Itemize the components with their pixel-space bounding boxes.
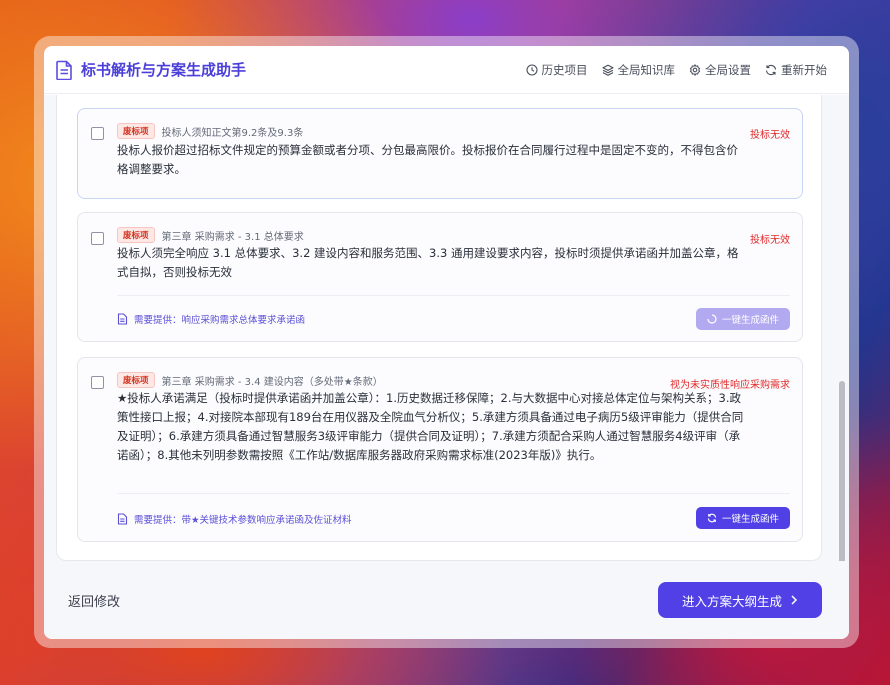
nav-history-projects[interactable]: 历史项目 xyxy=(525,62,588,78)
disqualify-item-card: 废标项 第三章 采购需求 - 3.4 建设内容（多处带★条款） 视为未实质性响应… xyxy=(77,357,803,542)
refresh-icon xyxy=(707,513,717,523)
card-divider xyxy=(117,493,790,494)
item-source: 投标人须知正文第9.2条及9.3条 xyxy=(161,127,304,139)
nav-label: 历史项目 xyxy=(541,63,588,77)
app-window: 标书解析与方案生成助手 历史项目 全局知识库 全局设置 重新开始 废标项 投标人… xyxy=(44,46,849,639)
required-document: 需要提供：响应采购需求总体要求承诺函 xyxy=(117,312,305,326)
disqualify-tag: 废标项 xyxy=(117,123,155,139)
generate-letter-button[interactable]: 一键生成函件 xyxy=(696,507,790,529)
gear-icon xyxy=(689,64,701,76)
nav-restart[interactable]: 重新开始 xyxy=(765,62,827,78)
item-checkbox[interactable] xyxy=(91,127,104,140)
disqualify-tag: 废标项 xyxy=(117,372,155,388)
layers-icon xyxy=(601,64,614,76)
disqualify-item-card: 废标项 第三章 采购需求 - 3.1 总体要求 投标无效 投标人须完全响应 3.… xyxy=(77,212,803,342)
clock-icon xyxy=(525,64,538,76)
required-document-label: 需要提供：响应采购需求总体要求承诺函 xyxy=(134,315,306,326)
requirements-panel: 废标项 投标人须知正文第9.2条及9.3条 投标无效 投标人报价超过招标文件规定… xyxy=(56,95,822,561)
card-divider xyxy=(117,295,790,296)
item-checkbox[interactable] xyxy=(91,376,104,389)
item-status: 投标无效 xyxy=(750,235,790,246)
nav-label: 重新开始 xyxy=(781,63,827,77)
document-icon xyxy=(56,60,72,80)
required-document-label: 需要提供：带★关键技术参数响应承诺函及佐证材料 xyxy=(134,515,352,526)
item-source: 第三章 采购需求 - 3.1 总体要求 xyxy=(161,231,304,243)
next-outline-button[interactable]: 进入方案大纲生成 xyxy=(658,582,822,618)
footer-bar: 返回修改 进入方案大纲生成 xyxy=(44,561,849,639)
item-text: 投标人须完全响应 3.1 总体要求、3.2 建设内容和服务范围、3.3 通用建设… xyxy=(117,246,739,279)
item-text: 投标人报价超过招标文件规定的预算金额或者分项、分包最高限价。投标报价在合同履行过… xyxy=(117,143,738,176)
disqualify-item-card: 废标项 投标人须知正文第9.2条及9.3条 投标无效 投标人报价超过招标文件规定… xyxy=(77,108,803,199)
item-meta: 废标项 第三章 采购需求 - 3.1 总体要求 xyxy=(117,227,304,243)
required-document: 需要提供：带★关键技术参数响应承诺函及佐证材料 xyxy=(117,512,352,526)
item-meta: 废标项 投标人须知正文第9.2条及9.3条 xyxy=(117,123,303,139)
disqualify-tag: 废标项 xyxy=(117,227,155,243)
generate-letter-button[interactable]: 一键生成函件 xyxy=(696,308,790,330)
refresh-icon xyxy=(765,64,777,76)
scroll-content[interactable]: 废标项 投标人须知正文第9.2条及9.3条 投标无效 投标人报价超过招标文件规定… xyxy=(44,95,849,561)
item-source: 第三章 采购需求 - 3.4 建设内容（多处带★条款） xyxy=(161,376,383,388)
button-label: 一键生成函件 xyxy=(721,514,779,525)
nav-global-settings[interactable]: 全局设置 xyxy=(689,62,751,78)
button-label: 进入方案大纲生成 xyxy=(681,593,782,609)
nav-label: 全局知识库 xyxy=(617,63,676,77)
document-icon xyxy=(117,313,128,325)
back-modify-link[interactable]: 返回修改 xyxy=(68,591,120,610)
item-checkbox[interactable] xyxy=(91,232,104,245)
app-header: 标书解析与方案生成助手 历史项目 全局知识库 全局设置 重新开始 xyxy=(44,46,849,94)
top-nav: 历史项目 全局知识库 全局设置 重新开始 xyxy=(525,46,827,94)
nav-label: 全局设置 xyxy=(705,63,751,77)
chevron-right-icon xyxy=(791,595,798,605)
loading-spinner-icon xyxy=(707,314,717,324)
item-status: 投标无效 xyxy=(750,130,790,141)
button-label: 一键生成函件 xyxy=(721,315,779,326)
item-meta: 废标项 第三章 采购需求 - 3.4 建设内容（多处带★条款） xyxy=(117,372,383,388)
item-text: ★投标人承诺满足（投标时提供承诺函并加盖公章）：1.历史数据迁移保障；2.与大数… xyxy=(117,391,744,462)
document-icon xyxy=(117,513,128,525)
nav-global-knowledge-base[interactable]: 全局知识库 xyxy=(601,62,676,78)
app-title: 标书解析与方案生成助手 xyxy=(81,61,247,79)
